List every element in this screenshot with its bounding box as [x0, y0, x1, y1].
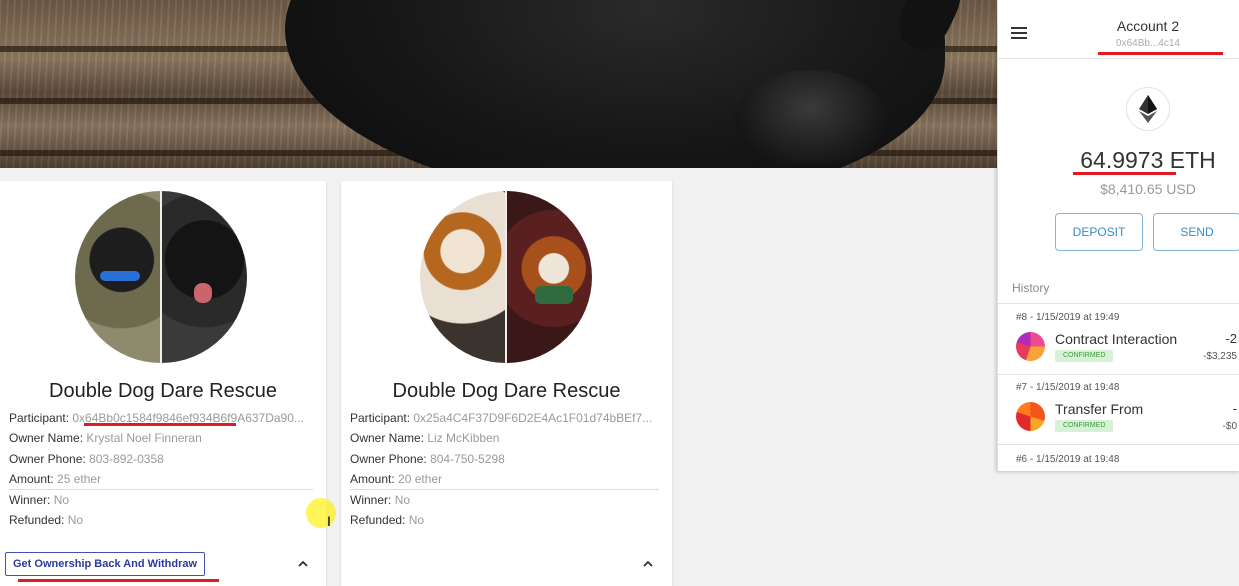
cursor-highlight — [306, 498, 336, 528]
get-ownership-back-button[interactable]: Get Ownership Back And Withdraw — [5, 552, 206, 576]
menu-icon[interactable] — [1011, 27, 1027, 42]
metamask-header: Account 2 0x64Bb...4c14 — [998, 0, 1239, 59]
owner-phone-field: Owner Phone: 804-750-5298 — [350, 451, 505, 466]
tx-usd: -$0 — [1222, 421, 1237, 432]
winner-field: Winner: No — [350, 493, 411, 508]
transaction-item[interactable]: #8 - 1/15/2019 at 19:49 Contract Interac… — [998, 304, 1239, 375]
chevron-up-icon[interactable] — [641, 557, 655, 571]
tx-amount: - — [1232, 401, 1237, 416]
identicon — [1016, 332, 1045, 361]
annotation-underline — [18, 579, 219, 582]
tx-usd: -$3,235 — [1203, 351, 1237, 362]
send-button[interactable]: SEND — [1153, 213, 1239, 251]
deposit-button[interactable]: DEPOSIT — [1055, 213, 1143, 251]
tx-date: #7 - 1/15/2019 at 19:48 — [1016, 382, 1120, 393]
account-address[interactable]: 0x64Bb...4c14 — [1058, 38, 1238, 49]
history-heading: History — [1012, 281, 1050, 295]
hero-dog-image — [0, 0, 997, 168]
identicon — [1016, 402, 1045, 431]
eth-balance: 64.9973 ETH — [1080, 147, 1216, 173]
tx-title: Contract Interaction — [1055, 331, 1178, 347]
owner-name-field: Owner Name: Liz McKibben — [350, 431, 500, 446]
refunded-field: Refunded: No — [9, 513, 84, 528]
card-title: Double Dog Dare Rescue — [392, 380, 621, 402]
dog-photo — [75, 191, 247, 363]
amount-field: Amount: 20 ether — [350, 471, 443, 486]
status-badge: CONFIRMED — [1055, 420, 1114, 432]
metamask-panel: Account 2 0x64Bb...4c14 64.9973 ETH $8,4… — [997, 0, 1239, 471]
dog-card-1: Double Dog Dare Rescue Participant: 0x64… — [0, 181, 326, 586]
card-fields: Participant: 0x25a4C4F37D9F6D2E4Ac1F01d7… — [350, 408, 659, 531]
refunded-field: Refunded: No — [350, 513, 425, 528]
tx-date: #6 - 1/15/2019 at 19:48 — [1016, 454, 1120, 465]
annotation-underline — [1098, 52, 1223, 55]
annotation-underline — [84, 423, 236, 426]
participant-field: Participant: 0x25a4C4F37D9F6D2E4Ac1F01d7… — [350, 411, 653, 425]
usd-balance: $8,410.65 USD — [1100, 181, 1196, 197]
winner-field: Winner: No — [9, 493, 70, 508]
status-badge: CONFIRMED — [1055, 350, 1114, 362]
chevron-up-icon[interactable] — [296, 557, 310, 571]
card-title: Double Dog Dare Rescue — [49, 380, 277, 402]
ethereum-icon — [1126, 87, 1170, 131]
tx-title: Transfer From — [1055, 401, 1144, 417]
dog-nose — [735, 70, 885, 165]
dog-photo — [420, 191, 592, 363]
owner-phone-field: Owner Phone: 803-892-0358 — [9, 451, 164, 466]
tx-date: #8 - 1/15/2019 at 19:49 — [1016, 312, 1120, 323]
owner-name-field: Owner Name: Krystal Noel Finneran — [9, 431, 202, 446]
card-fields: Participant: 0x64Bb0c1584f9846ef934B6f9A… — [9, 408, 313, 531]
dog-card-2: Double Dog Dare Rescue Participant: 0x25… — [341, 181, 672, 586]
text-cursor-icon: I — [327, 513, 331, 529]
account-name[interactable]: Account 2 — [1058, 18, 1238, 34]
tx-amount: -2 — [1225, 331, 1237, 346]
annotation-underline — [1073, 172, 1176, 175]
amount-field: Amount: 25 ether — [9, 471, 102, 486]
transaction-item[interactable]: #7 - 1/15/2019 at 19:48 Transfer From CO… — [998, 374, 1239, 445]
